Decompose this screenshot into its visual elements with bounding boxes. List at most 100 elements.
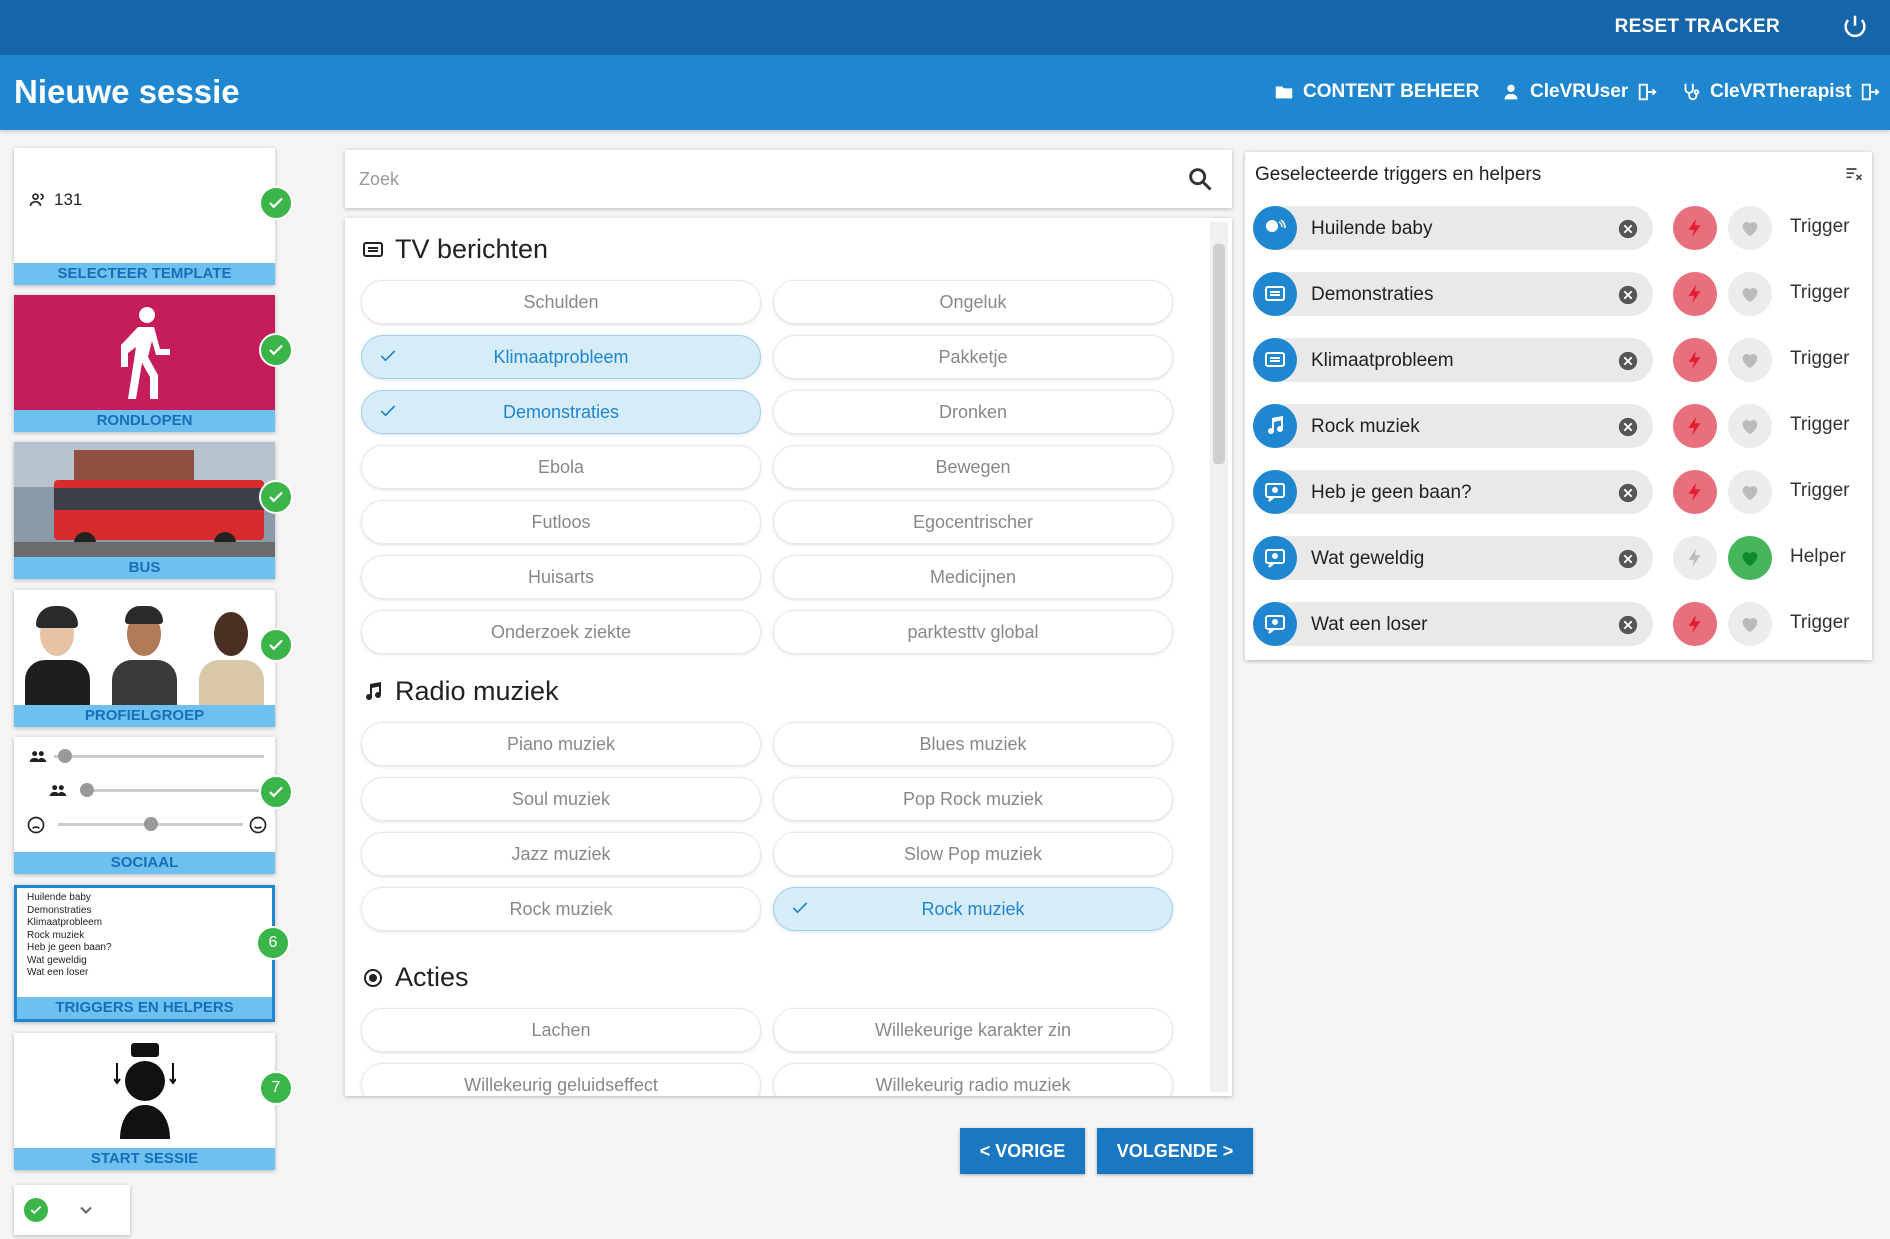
remove-icon[interactable] (1617, 416, 1639, 438)
logout-icon[interactable] (1859, 81, 1881, 103)
heart-icon (1742, 222, 1758, 237)
template-count: 131 (28, 190, 82, 210)
step-select-template[interactable]: 131 SELECTEER TEMPLATE (14, 148, 293, 285)
pill-huisarts[interactable]: Huisarts (361, 555, 761, 599)
next-button[interactable]: VOLGENDE > (1097, 1128, 1253, 1174)
row-type: Trigger (1790, 348, 1850, 369)
clear-all-icon[interactable] (1844, 164, 1864, 184)
pill-medicijnen[interactable]: Medicijnen (773, 555, 1173, 599)
step-number-badge: 7 (259, 1071, 293, 1105)
pill-demonstraties[interactable]: Demonstraties (361, 390, 761, 434)
row-type: Trigger (1790, 414, 1850, 435)
helper-heart-button[interactable] (1728, 470, 1772, 514)
trigger-bolt-button[interactable] (1673, 338, 1717, 382)
trigger-row: Demonstraties Trigger (1253, 268, 1863, 320)
pill-ongeluk[interactable]: Ongeluk (773, 280, 1173, 324)
therapist-label: CleVRTherapist (1710, 81, 1852, 102)
helper-heart-button[interactable] (1728, 272, 1772, 316)
pill-lachen[interactable]: Lachen (361, 1008, 761, 1052)
trigger-bar: Huilende baby (1253, 206, 1653, 250)
user-link[interactable]: CleVRUser (1500, 81, 1658, 103)
search-bar (345, 150, 1232, 208)
content-beheer-link[interactable]: CONTENT BEHEER (1273, 81, 1479, 103)
pill-rock-muziek-selected[interactable]: Rock muziek (773, 887, 1173, 931)
pill-willekeurige-karakter-zin[interactable]: Willekeurige karakter zin (773, 1008, 1173, 1052)
helper-heart-button[interactable] (1728, 206, 1772, 250)
reset-tracker-button[interactable]: RESET TRACKER (1615, 16, 1780, 38)
helper-heart-button[interactable] (1728, 602, 1772, 646)
trigger-bolt-button[interactable] (1673, 602, 1717, 646)
pill-egocentrischer[interactable]: Egocentrischer (773, 500, 1173, 544)
power-icon[interactable] (1840, 12, 1870, 42)
step-rondlopen[interactable]: RONDLOPEN (14, 295, 293, 432)
prev-button[interactable]: < VORIGE (960, 1128, 1085, 1174)
check-icon (259, 333, 293, 367)
pill-blues-muziek[interactable]: Blues muziek (773, 722, 1173, 766)
remove-icon[interactable] (1617, 284, 1639, 306)
pill-willekeurig-geluidseffect[interactable]: Willekeurig geluidseffect (361, 1063, 761, 1096)
trigger-bar: Wat geweldig (1253, 536, 1653, 580)
step-sociaal[interactable]: SOCIAAL (14, 737, 293, 874)
logout-icon[interactable] (1636, 81, 1658, 103)
mini-trigger-list: Huilende baby Demonstraties Klimaatprobl… (27, 892, 112, 978)
pill-klimaatprobleem[interactable]: Klimaatprobleem (361, 335, 761, 379)
pill-pakketje[interactable]: Pakketje (773, 335, 1173, 379)
baby-icon (1253, 206, 1297, 250)
pill-pop-rock-muziek[interactable]: Pop Rock muziek (773, 777, 1173, 821)
search-input[interactable] (359, 164, 1159, 194)
remove-icon[interactable] (1617, 482, 1639, 504)
scroll-thumb[interactable] (1213, 244, 1225, 464)
scrollbar[interactable] (1210, 222, 1228, 1092)
page-title: Nieuwe sessie (14, 73, 240, 110)
pill-rock-muziek[interactable]: Rock muziek (361, 887, 761, 931)
remove-icon[interactable] (1617, 548, 1639, 570)
crowd-slider[interactable] (58, 749, 72, 763)
remove-icon[interactable] (1617, 614, 1639, 636)
pill-jazz-muziek[interactable]: Jazz muziek (361, 832, 761, 876)
row-type: Trigger (1790, 282, 1850, 303)
content-list: TV berichten Schulden Ongeluk Klimaatpro… (345, 218, 1232, 1096)
step-bus[interactable]: BUS (14, 442, 293, 579)
group-slider[interactable] (80, 783, 94, 797)
mood-slider[interactable] (144, 817, 158, 831)
pill-soul-muziek[interactable]: Soul muziek (361, 777, 761, 821)
step-triggers-en-helpers[interactable]: Huilende baby Demonstraties Klimaatprobl… (14, 885, 290, 1022)
section-header-acties: Acties (361, 962, 469, 993)
helper-heart-button[interactable] (1728, 536, 1772, 580)
speech-icon (1253, 536, 1297, 580)
trigger-bar: Wat een loser (1253, 602, 1653, 646)
pill-parktesttv-global[interactable]: parktesttv global (773, 610, 1173, 654)
helper-heart-button[interactable] (1728, 404, 1772, 448)
pill-piano-muziek[interactable]: Piano muziek (361, 722, 761, 766)
trigger-bolt-button[interactable] (1673, 404, 1717, 448)
step-profielgroep[interactable]: PROFIELGROEP (14, 590, 293, 727)
status-dropdown[interactable] (14, 1185, 130, 1235)
pill-futloos[interactable]: Futloos (361, 500, 761, 544)
music-icon (1253, 404, 1297, 448)
remove-icon[interactable] (1617, 350, 1639, 372)
pill-dronken[interactable]: Dronken (773, 390, 1173, 434)
trigger-bolt-button[interactable] (1673, 536, 1717, 580)
avatar (107, 600, 182, 705)
trigger-bar: Heb je geen baan? (1253, 470, 1653, 514)
therapist-link[interactable]: CleVRTherapist (1680, 81, 1881, 103)
remove-icon[interactable] (1617, 218, 1639, 240)
walking-thumbnail (14, 295, 275, 410)
trigger-bolt-button[interactable] (1673, 272, 1717, 316)
target-icon (364, 968, 382, 987)
pill-onderzoek-ziekte[interactable]: Onderzoek ziekte (361, 610, 761, 654)
helper-heart-button[interactable] (1728, 338, 1772, 382)
trigger-bolt-button[interactable] (1673, 206, 1717, 250)
pill-slow-pop-muziek[interactable]: Slow Pop muziek (773, 832, 1173, 876)
row-type: Trigger (1790, 612, 1850, 633)
trigger-bolt-button[interactable] (1673, 470, 1717, 514)
pill-willekeurig-radio-muziek[interactable]: Willekeurig radio muziek (773, 1063, 1173, 1096)
trigger-row: Wat een loser Trigger (1253, 598, 1863, 650)
pill-schulden[interactable]: Schulden (361, 280, 761, 324)
pill-bewegen[interactable]: Bewegen (773, 445, 1173, 489)
pill-ebola[interactable]: Ebola (361, 445, 761, 489)
step-start-sessie[interactable]: START SESSIE 7 (14, 1033, 293, 1170)
heart-icon (1742, 552, 1758, 567)
search-icon[interactable] (1186, 165, 1214, 193)
check-icon (259, 775, 293, 809)
